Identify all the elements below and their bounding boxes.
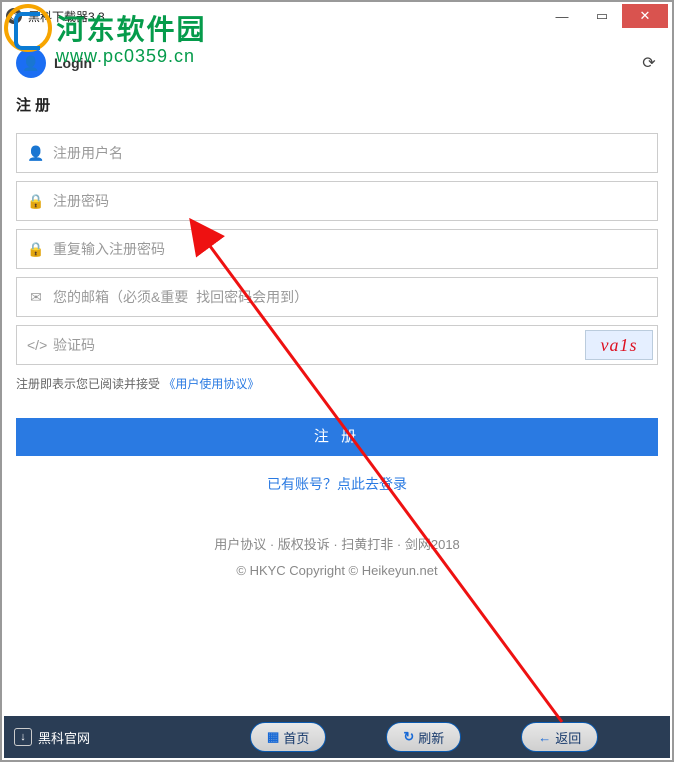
- minimize-button[interactable]: —: [542, 4, 582, 28]
- user-icon: 👤: [27, 145, 45, 162]
- window-controls: — ▭ ✕: [542, 4, 668, 28]
- footer-links[interactable]: 用户协议 · 版权投诉 · 扫黄打非 · 剑网2018: [16, 534, 658, 553]
- password-input[interactable]: [53, 193, 647, 209]
- back-icon: ←: [538, 730, 551, 745]
- captcha-input[interactable]: [53, 337, 647, 353]
- refresh-label: 刷新: [418, 728, 444, 747]
- refresh-btn-icon: ↻: [403, 729, 414, 745]
- home-button[interactable]: ▦ 首页: [250, 722, 326, 752]
- username-input[interactable]: [53, 145, 647, 161]
- login-header: 👤 Login ⟳: [16, 48, 658, 78]
- official-site-link[interactable]: ↓ 黑科官网: [14, 728, 90, 747]
- form-title: 注 册: [16, 94, 658, 115]
- username-field[interactable]: 👤: [16, 133, 658, 173]
- mail-icon: ✉: [27, 289, 45, 306]
- register-button[interactable]: 注 册: [16, 418, 658, 456]
- home-icon: ▦: [267, 729, 279, 745]
- agreement-prefix: 注册即表示您已阅读并接受: [16, 377, 160, 391]
- agreement-link[interactable]: 《用户使用协议》: [163, 377, 259, 391]
- footer-copyright: © HKYC Copyright © Heikeyun.net: [16, 563, 658, 578]
- password-field[interactable]: 🔒: [16, 181, 658, 221]
- home-label: 首页: [283, 728, 309, 747]
- bottom-bar: ↓ 黑科官网 ▦ 首页 ↻ 刷新 ← 返回: [4, 716, 670, 758]
- download-icon: ↓: [14, 728, 32, 746]
- app-icon: ◉: [6, 8, 22, 24]
- captcha-field[interactable]: </> va1s: [16, 325, 658, 365]
- bottom-buttons: ▦ 首页 ↻ 刷新 ← 返回: [250, 722, 598, 752]
- password-confirm-input[interactable]: [53, 241, 647, 257]
- maximize-button[interactable]: ▭: [582, 4, 622, 28]
- window-title: 黑科下载器3.3: [28, 8, 105, 25]
- refresh-button[interactable]: ↻ 刷新: [386, 722, 461, 752]
- back-label: 返回: [555, 728, 581, 747]
- title-bar: ◉ 黑科下载器3.3 — ▭ ✕: [2, 2, 672, 30]
- captcha-image[interactable]: va1s: [585, 330, 653, 360]
- login-title: Login: [54, 55, 92, 71]
- avatar-icon: 👤: [16, 48, 46, 78]
- lock-icon: 🔒: [27, 241, 45, 258]
- password-confirm-field[interactable]: 🔒: [16, 229, 658, 269]
- official-site-label: 黑科官网: [38, 728, 90, 747]
- login-link[interactable]: 已有账号？点此去登录: [16, 474, 658, 494]
- lock-icon: 🔒: [27, 193, 45, 210]
- email-input[interactable]: [53, 289, 647, 305]
- back-button[interactable]: ← 返回: [521, 722, 598, 752]
- code-icon: </>: [27, 337, 45, 353]
- refresh-icon[interactable]: ⟳: [640, 54, 658, 72]
- agreement-text: 注册即表示您已阅读并接受 《用户使用协议》: [16, 375, 658, 392]
- content-area: 👤 Login ⟳ 注 册 👤 🔒 🔒 ✉ </> va1s 注册即表示您已阅读…: [2, 30, 672, 578]
- email-field[interactable]: ✉: [16, 277, 658, 317]
- close-button[interactable]: ✕: [622, 4, 668, 28]
